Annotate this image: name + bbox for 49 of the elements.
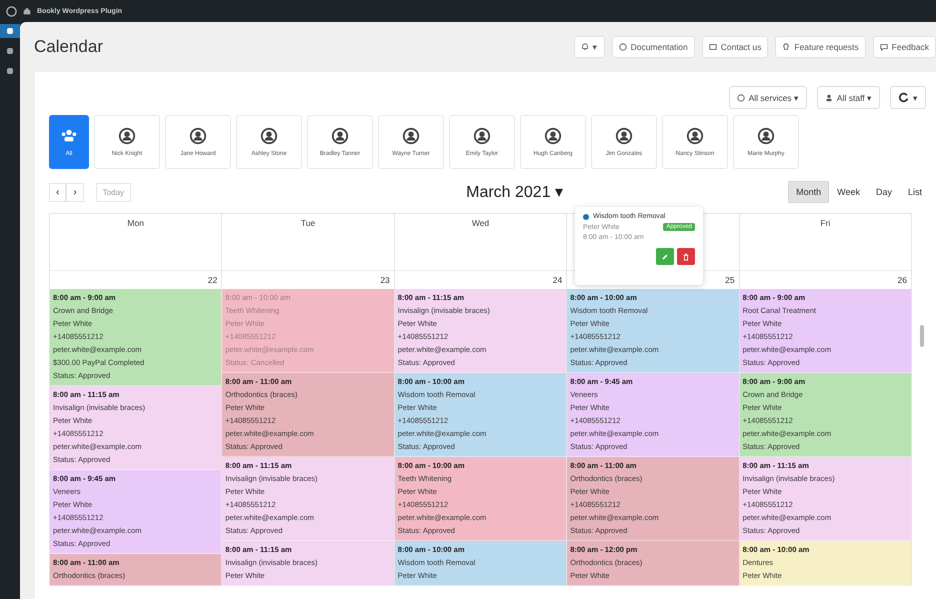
lightbulb-icon bbox=[782, 43, 790, 51]
avatar-icon bbox=[473, 127, 491, 145]
chat-icon bbox=[880, 43, 888, 51]
filter-button[interactable]: All staff ▾ bbox=[816, 86, 880, 109]
header-button[interactable]: Contact us bbox=[702, 36, 768, 58]
pencil-icon bbox=[661, 252, 669, 260]
header-button[interactable]: Feedback bbox=[872, 36, 936, 58]
trash-icon bbox=[682, 252, 690, 260]
header-button[interactable]: Feature requests bbox=[775, 36, 866, 58]
date-number[interactable]: 23 bbox=[380, 275, 390, 285]
view-tab[interactable]: Month bbox=[788, 181, 830, 203]
logo-icon[interactable] bbox=[6, 6, 17, 16]
date-number[interactable]: 25 bbox=[725, 275, 735, 285]
avatar-icon bbox=[260, 127, 278, 145]
status-dot bbox=[583, 214, 589, 220]
previous-button[interactable]: ‹ bbox=[49, 182, 66, 202]
day-header: Mon bbox=[127, 218, 144, 229]
header-button[interactable]: ▾ bbox=[574, 36, 605, 58]
refresh-icon bbox=[898, 92, 909, 103]
date-number[interactable]: 22 bbox=[208, 275, 218, 285]
avatar-icon bbox=[118, 127, 136, 145]
envelope-icon bbox=[708, 43, 717, 51]
avatar-icon bbox=[544, 127, 562, 145]
day-header: Wed bbox=[472, 218, 490, 229]
person-icon bbox=[824, 94, 833, 102]
edit-button[interactable] bbox=[656, 248, 674, 265]
page-title: Calendar bbox=[34, 37, 103, 57]
home-icon[interactable] bbox=[23, 7, 31, 15]
date-number[interactable]: 24 bbox=[552, 275, 562, 285]
delete-button[interactable] bbox=[677, 248, 695, 265]
avatar-icon bbox=[189, 127, 207, 145]
avatar-icon bbox=[686, 127, 704, 145]
circle-icon bbox=[736, 94, 745, 102]
day-header: Fri bbox=[820, 218, 830, 229]
bell-icon bbox=[580, 43, 589, 51]
filter-button[interactable]: All services ▾ bbox=[728, 86, 807, 109]
header-button[interactable]: Documentation bbox=[612, 36, 695, 58]
scrollbar-thumb[interactable] bbox=[920, 325, 924, 347]
avatar-icon bbox=[331, 127, 349, 145]
next-button[interactable]: › bbox=[66, 182, 84, 202]
circle-icon bbox=[618, 43, 627, 51]
date-number[interactable]: 26 bbox=[898, 275, 907, 285]
avatar-icon bbox=[402, 127, 420, 145]
month-title[interactable]: March 2021 ▾ bbox=[466, 182, 564, 202]
menu-icon[interactable] bbox=[0, 24, 20, 38]
day-header: Tue bbox=[300, 218, 316, 229]
avatar-icon bbox=[757, 127, 775, 145]
avatar-icon bbox=[615, 127, 633, 145]
filter-button[interactable]: ▾ bbox=[890, 86, 926, 109]
